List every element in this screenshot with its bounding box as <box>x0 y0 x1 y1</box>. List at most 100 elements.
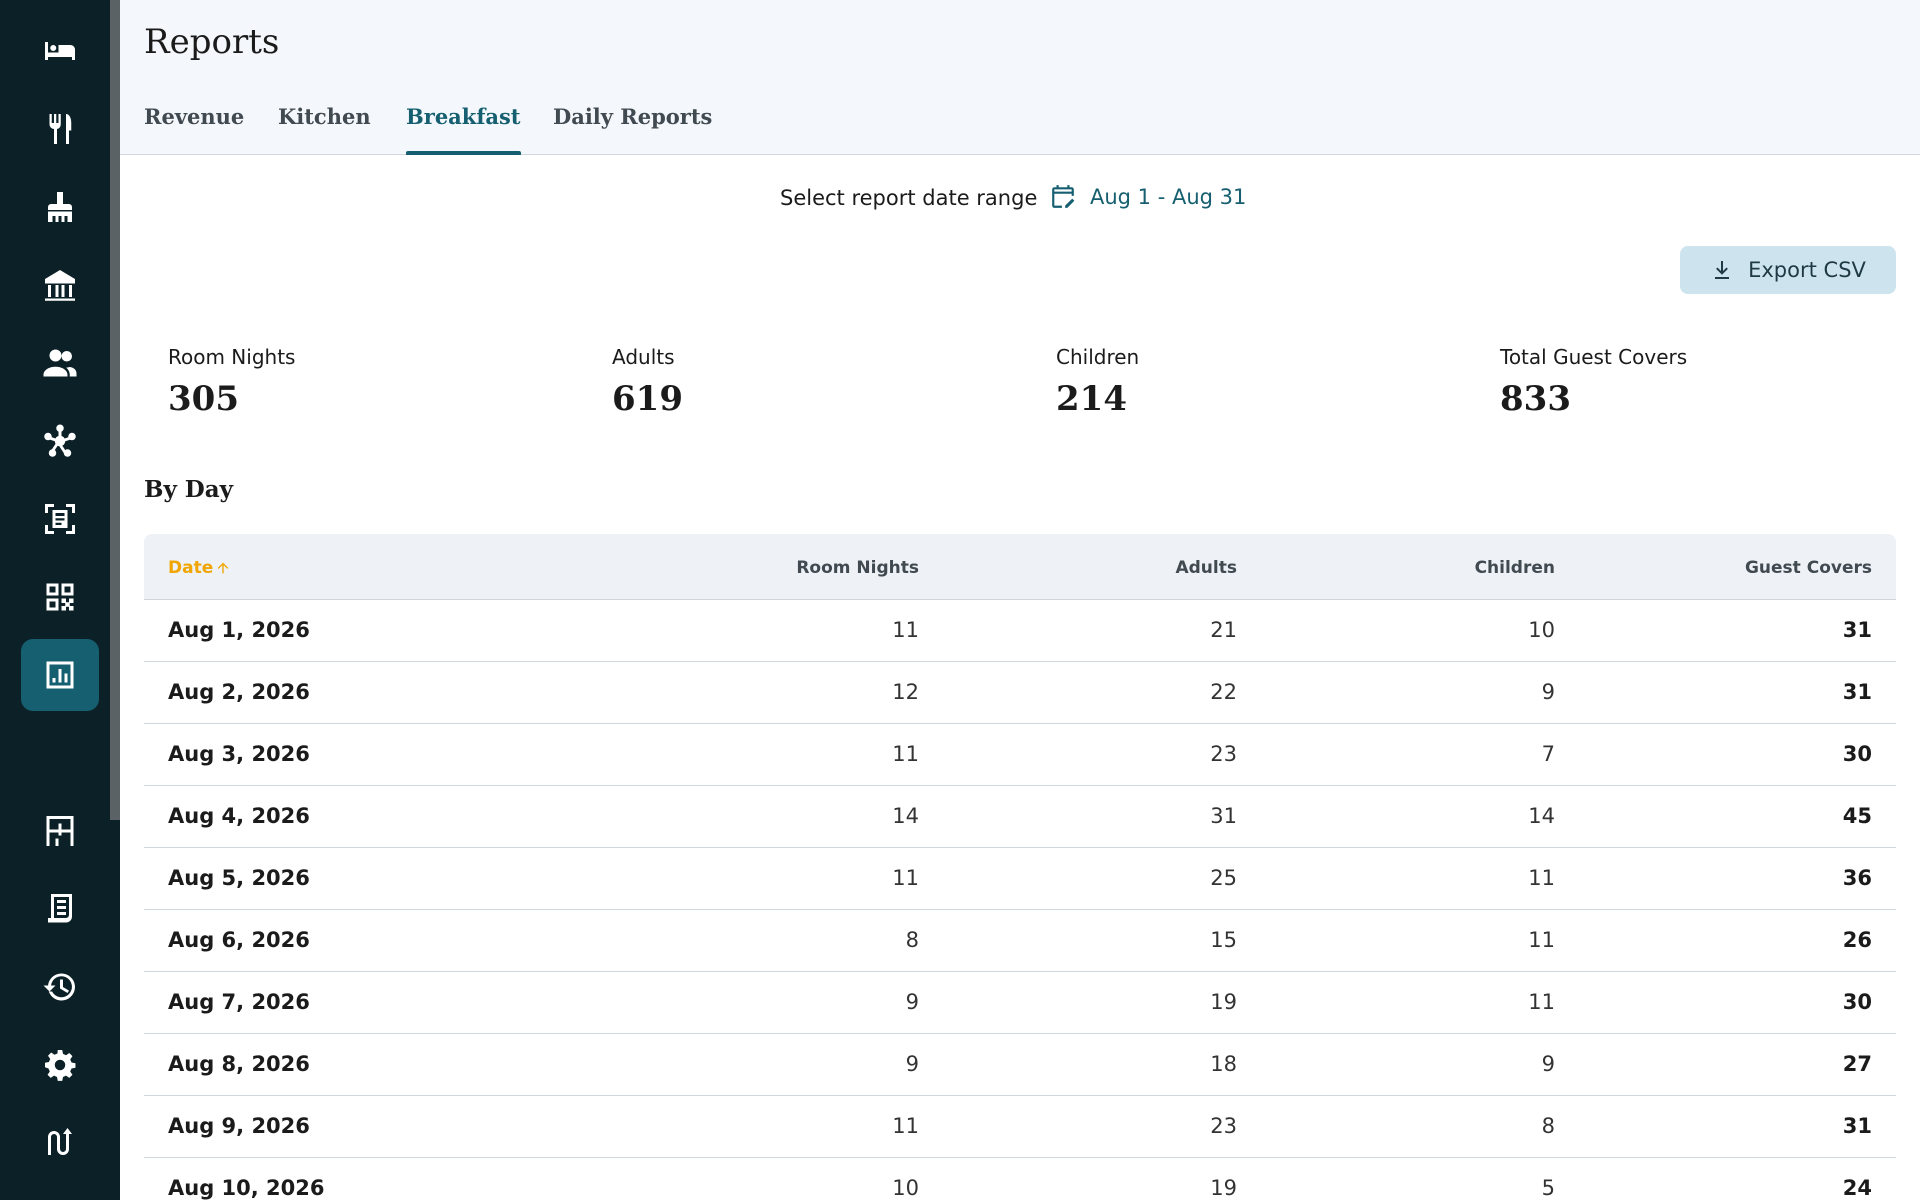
stat-adults: Adults 619 <box>612 345 683 419</box>
stat-label: Total Guest Covers <box>1500 345 1688 369</box>
column-header-children[interactable]: Children <box>1475 558 1555 578</box>
table-row[interactable]: Aug 1, 2026 11 21 10 31 <box>144 600 1896 662</box>
page-header: Reports Revenue Kitchen Breakfast Daily … <box>120 0 1920 155</box>
nav-housekeeping[interactable] <box>21 171 99 243</box>
cell-guest-covers: 24 <box>1842 1176 1872 1200</box>
stat-value: 214 <box>1056 379 1127 419</box>
sidebar <box>0 0 120 1200</box>
nav-reports[interactable] <box>21 639 99 711</box>
stat-children: Children 214 <box>1056 345 1139 419</box>
by-day-table: Date Room Nights Adults Children Guest C… <box>144 534 1896 1200</box>
calendar-edit-icon <box>1052 185 1075 208</box>
floorplan-icon <box>46 816 74 846</box>
document-icon <box>48 894 72 923</box>
cell-guest-covers: 30 <box>1842 742 1872 766</box>
download-icon <box>1715 261 1730 279</box>
column-header-date[interactable]: Date <box>168 558 231 578</box>
nav-property[interactable] <box>21 249 99 321</box>
cell-guest-covers: 31 <box>1842 680 1872 704</box>
people-icon <box>43 349 77 377</box>
table-row[interactable]: Aug 9, 2026 11 23 8 31 <box>144 1096 1896 1158</box>
table-row[interactable]: Aug 7, 2026 9 19 11 30 <box>144 972 1896 1034</box>
cell-guest-covers: 26 <box>1842 928 1872 952</box>
tab-revenue[interactable]: Revenue <box>144 104 244 155</box>
cell-date: Aug 4, 2026 <box>168 804 310 828</box>
nav-documents[interactable] <box>21 873 99 945</box>
stat-room-nights: Room Nights 305 <box>168 345 295 419</box>
cell-adults: 19 <box>1210 990 1237 1014</box>
date-range-value: Aug 1 - Aug 31 <box>1090 185 1247 209</box>
receipt-scan-icon <box>45 504 75 534</box>
cell-room-nights: 14 <box>892 804 919 828</box>
nav-restaurant[interactable] <box>21 93 99 165</box>
cell-date: Aug 2, 2026 <box>168 680 310 704</box>
history-icon <box>43 973 75 1001</box>
nav-invoices[interactable] <box>21 483 99 555</box>
tab-breakfast[interactable]: Breakfast <box>406 104 521 155</box>
table-row[interactable]: Aug 3, 2026 11 23 7 30 <box>144 724 1896 786</box>
cell-adults: 18 <box>1210 1052 1237 1076</box>
cell-date: Aug 8, 2026 <box>168 1052 310 1076</box>
tab-kitchen[interactable]: Kitchen <box>278 104 371 155</box>
cell-date: Aug 1, 2026 <box>168 618 310 642</box>
cell-guest-covers: 27 <box>1842 1052 1872 1076</box>
cell-children: 11 <box>1528 990 1555 1014</box>
cell-children: 11 <box>1528 866 1555 890</box>
cell-room-nights: 11 <box>892 1114 919 1138</box>
table-row[interactable]: Aug 8, 2026 9 18 9 27 <box>144 1034 1896 1096</box>
cell-guest-covers: 36 <box>1842 866 1872 890</box>
cell-room-nights: 11 <box>892 866 919 890</box>
nav-night-audit[interactable] <box>21 717 99 789</box>
cell-room-nights: 11 <box>892 618 919 642</box>
cell-children: 11 <box>1528 928 1555 952</box>
table-row[interactable]: Aug 2, 2026 12 22 9 31 <box>144 662 1896 724</box>
table-row[interactable]: Aug 5, 2026 11 25 11 36 <box>144 848 1896 910</box>
column-header-guest-covers[interactable]: Guest Covers <box>1745 558 1872 578</box>
building-icon <box>45 270 75 301</box>
table-row[interactable]: Aug 6, 2026 8 15 11 26 <box>144 910 1896 972</box>
nav-integrations[interactable] <box>21 405 99 477</box>
report-chart-icon <box>46 661 74 689</box>
cell-children: 9 <box>1541 680 1555 704</box>
date-range-label: Select report date range <box>780 186 1038 210</box>
nav-rooms[interactable] <box>21 15 99 87</box>
nav-brand[interactable] <box>21 1107 99 1179</box>
export-csv-label: Export CSV <box>1748 258 1866 282</box>
stat-value: 619 <box>612 379 683 419</box>
cell-children: 5 <box>1541 1176 1555 1200</box>
nav-qr-codes[interactable] <box>21 561 99 633</box>
cell-date: Aug 10, 2026 <box>168 1176 325 1200</box>
date-range-picker[interactable]: Aug 1 - Aug 31 <box>1050 184 1246 210</box>
cell-adults: 19 <box>1210 1176 1237 1200</box>
stat-total-guest-covers: Total Guest Covers 833 <box>1500 345 1687 419</box>
cell-room-nights: 12 <box>892 680 919 704</box>
bed-icon <box>45 42 75 60</box>
moon-icon <box>48 738 63 768</box>
cell-date: Aug 6, 2026 <box>168 928 310 952</box>
cell-children: 9 <box>1541 1052 1555 1076</box>
nav-floorplan[interactable] <box>21 795 99 867</box>
table-row[interactable]: Aug 4, 2026 14 31 14 45 <box>144 786 1896 848</box>
table-header: Date Room Nights Adults Children Guest C… <box>144 534 1896 600</box>
export-csv-button[interactable]: Export CSV <box>1680 246 1896 294</box>
stat-label: Room Nights <box>168 345 296 369</box>
sort-ascending-icon <box>217 562 229 574</box>
table-body: Aug 1, 2026 11 21 10 31 Aug 2, 2026 12 22 9 31 Aug… <box>144 600 1896 1200</box>
cell-room-nights: 9 <box>905 990 919 1014</box>
cell-adults: 25 <box>1210 866 1237 890</box>
table-row[interactable]: Aug 10, 2026 10 19 5 24 <box>144 1158 1896 1200</box>
column-header-adults[interactable]: Adults <box>1175 558 1237 578</box>
utensils-icon <box>49 114 72 144</box>
sidebar-scrollbar[interactable] <box>110 0 120 820</box>
cell-adults: 23 <box>1210 1114 1237 1138</box>
nav-settings[interactable] <box>21 1029 99 1101</box>
tab-daily-reports[interactable]: Daily Reports <box>553 104 712 155</box>
cell-children: 7 <box>1541 742 1555 766</box>
nav-guests[interactable] <box>21 327 99 399</box>
cell-guest-covers: 31 <box>1842 618 1872 642</box>
nav-history[interactable] <box>21 951 99 1023</box>
cell-adults: 31 <box>1210 804 1237 828</box>
cell-room-nights: 10 <box>892 1176 919 1200</box>
column-header-room-nights[interactable]: Room Nights <box>796 558 919 578</box>
stat-label: Adults <box>612 345 675 369</box>
